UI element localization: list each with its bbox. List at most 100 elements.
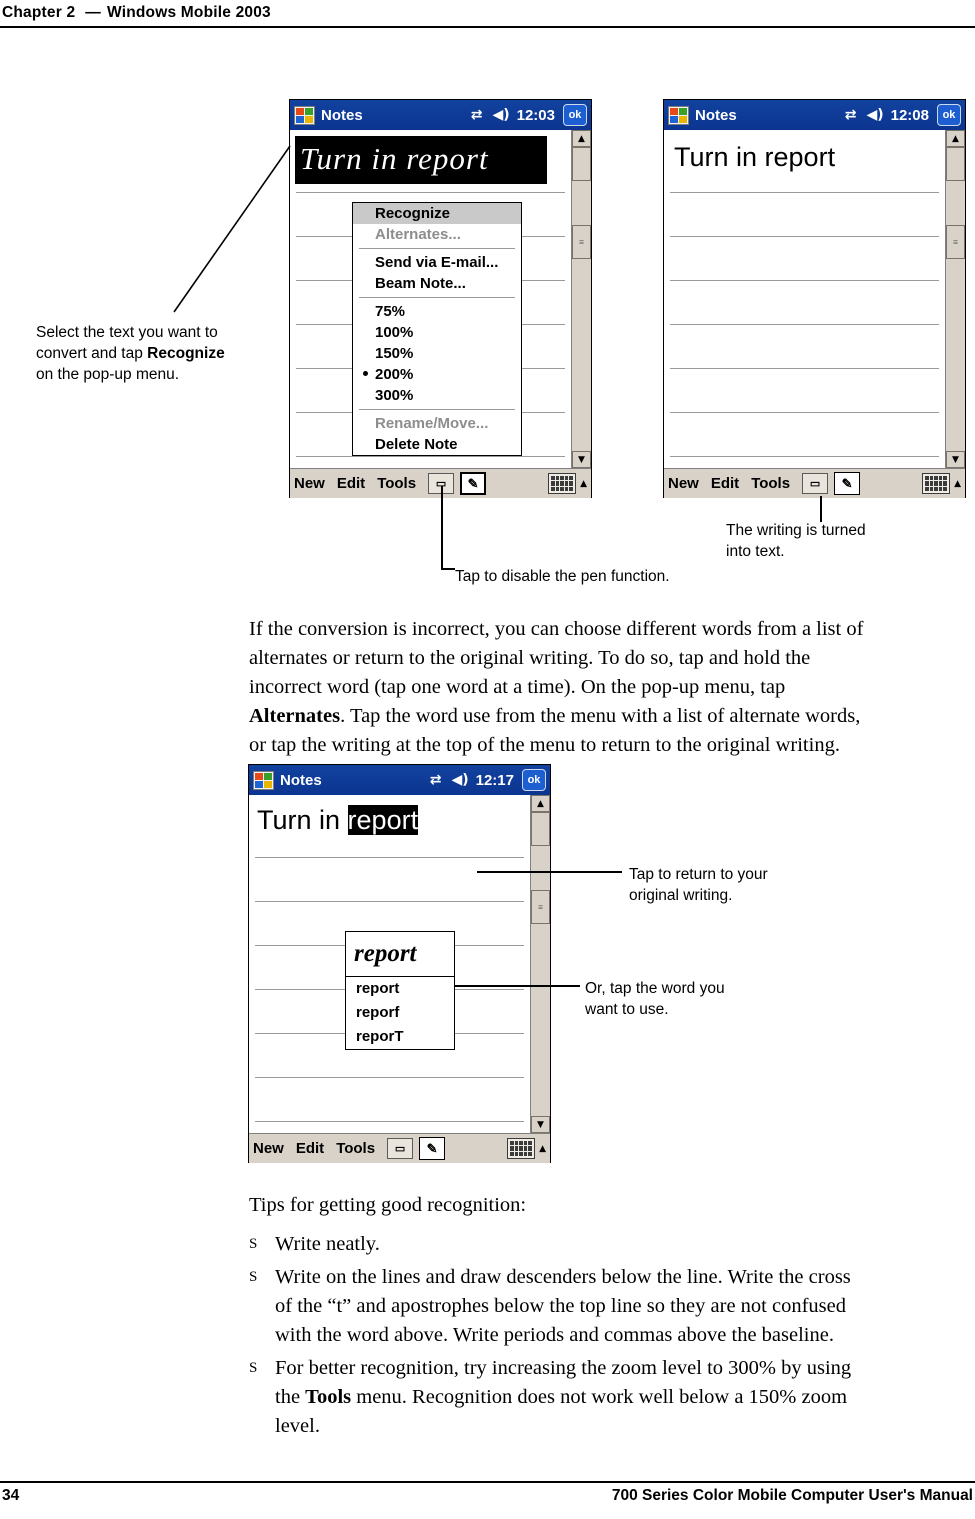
app-title: Notes: [280, 771, 322, 789]
tips-heading: Tips for getting good recognition:: [249, 1191, 949, 1220]
para1-line3: incorrect word (tap one word at a time).…: [249, 676, 786, 698]
callout-return-original: Tap to return to your original writing.: [629, 864, 879, 906]
menu-item-send-via-email[interactable]: Send via E-mail...: [353, 252, 521, 273]
note-text-row: Turn in report: [257, 805, 419, 836]
clock-time[interactable]: 12:17: [476, 772, 514, 789]
note-canvas[interactable]: Turn in report report report reporf repo…: [249, 795, 550, 1133]
note-canvas[interactable]: Turn in report Recognize Alternates... S…: [290, 130, 591, 468]
cmd-tools[interactable]: Tools: [377, 475, 416, 492]
callout-tap-word: Or, tap the word you want to use.: [585, 978, 835, 1020]
header-chapter: Chapter 2: [2, 4, 76, 21]
alternates-item-0[interactable]: report: [346, 977, 454, 1001]
command-bar: New Edit Tools ▭ ✎ ▲: [664, 468, 965, 498]
footer-manual-title: 700 Series Color Mobile Computer User's …: [611, 1487, 973, 1504]
callout-return-line2: original writing.: [629, 887, 733, 904]
callout-turned-line2: into text.: [726, 543, 785, 560]
alternates-item-1[interactable]: reporf: [346, 1001, 454, 1025]
speaker-icon[interactable]: ◀): [492, 108, 509, 122]
scroll-down-button[interactable]: ▼: [572, 451, 591, 468]
pen-icon[interactable]: ✎: [419, 1137, 446, 1160]
menu-item-rename-move[interactable]: Rename/Move...: [353, 413, 521, 434]
cmd-edit[interactable]: Edit: [296, 1140, 324, 1157]
bullet-marker: S: [249, 1269, 258, 1285]
scroll-up-button[interactable]: ▲: [946, 130, 965, 147]
device-notes-recognize: Notes ⇄ ◀) 12:03 ok Turn in report Recog…: [289, 99, 592, 498]
command-bar: New Edit Tools ▭ ✎ ▲: [249, 1133, 550, 1163]
alternates-item-2[interactable]: reporT: [346, 1025, 454, 1049]
keyboard-arrow-icon[interactable]: ▲: [954, 479, 961, 489]
menu-item-zoom-150[interactable]: 150%: [353, 343, 521, 364]
windows-logo-icon[interactable]: [253, 770, 274, 790]
header-dash: —: [85, 4, 101, 21]
keyboard-icon[interactable]: [922, 473, 951, 494]
scroll-thumb-top[interactable]: [572, 147, 591, 181]
ok-button[interactable]: ok: [563, 104, 587, 126]
vertical-scrollbar[interactable]: ▲ ≡ ▼: [530, 795, 550, 1133]
cmd-tools[interactable]: Tools: [336, 1140, 375, 1157]
speaker-icon[interactable]: ◀): [451, 773, 468, 787]
popup-menu[interactable]: Recognize Alternates... Send via E-mail.…: [352, 202, 522, 456]
footer-row: 34 700 Series Color Mobile Computer User…: [0, 1487, 975, 1505]
record-icon[interactable]: ▭: [387, 1138, 414, 1159]
pen-icon[interactable]: ✎: [834, 472, 861, 495]
list-item: S Write neatly.: [249, 1230, 969, 1259]
leader-line-return-original: [477, 871, 622, 873]
cmd-edit[interactable]: Edit: [711, 475, 739, 492]
menu-item-recognize[interactable]: Recognize: [353, 203, 521, 224]
menu-separator: [359, 248, 515, 249]
clock-time[interactable]: 12:08: [891, 107, 929, 124]
pen-icon[interactable]: ✎: [460, 472, 487, 495]
title-bar: Notes ⇄ ◀) 12:08 ok: [664, 100, 965, 130]
windows-logo-icon[interactable]: [668, 105, 689, 125]
menu-item-zoom-75[interactable]: 75%: [353, 301, 521, 322]
menu-item-zoom-100[interactable]: 100%: [353, 322, 521, 343]
record-icon[interactable]: ▭: [802, 473, 829, 494]
para1-line4-rest: . Tap the word use from the menu with a …: [340, 705, 861, 727]
speaker-icon[interactable]: ◀): [866, 108, 883, 122]
scroll-thumb[interactable]: ≡: [531, 890, 550, 924]
keyboard-arrow-icon[interactable]: ▲: [539, 1144, 546, 1154]
vertical-scrollbar[interactable]: ▲ ≡ ▼: [945, 130, 965, 468]
scroll-up-button[interactable]: ▲: [531, 795, 550, 812]
scroll-down-button[interactable]: ▼: [946, 451, 965, 468]
leader-line-disable-pen-vertical: [441, 486, 443, 570]
cmd-new[interactable]: New: [253, 1140, 284, 1157]
callout-select-line2-bold: Recognize: [147, 345, 225, 362]
menu-item-zoom-300[interactable]: 300%: [353, 385, 521, 406]
keyboard-icon[interactable]: [507, 1138, 536, 1159]
cmd-tools[interactable]: Tools: [751, 475, 790, 492]
connectivity-icon[interactable]: ⇄: [430, 773, 442, 787]
scroll-down-button[interactable]: ▼: [531, 1116, 550, 1133]
cmd-edit[interactable]: Edit: [337, 475, 365, 492]
alternates-original-ink[interactable]: report: [346, 932, 454, 977]
keyboard-icon[interactable]: [548, 473, 577, 494]
menu-item-delete-note[interactable]: Delete Note: [353, 434, 521, 455]
menu-item-alternates[interactable]: Alternates...: [353, 224, 521, 245]
alternates-popup[interactable]: report report reporf reporT: [345, 931, 455, 1050]
leader-line-disable-pen-horizontal: [441, 568, 455, 570]
ok-button[interactable]: ok: [522, 769, 546, 791]
cmd-new[interactable]: New: [294, 475, 325, 492]
scroll-thumb[interactable]: ≡: [572, 225, 591, 259]
list-item-line2: the Tools menu. Recognition does not wor…: [275, 1386, 848, 1408]
tips-list: S Write neatly. S Write on the lines and…: [249, 1230, 969, 1445]
note-canvas[interactable]: Turn in report ▲ ≡ ▼: [664, 130, 965, 468]
windows-logo-icon[interactable]: [294, 105, 315, 125]
bullet-marker: S: [249, 1236, 258, 1252]
clock-time[interactable]: 12:03: [517, 107, 555, 124]
connectivity-icon[interactable]: ⇄: [845, 108, 857, 122]
menu-item-zoom-200[interactable]: 200%: [353, 364, 521, 385]
vertical-scrollbar[interactable]: ▲ ≡ ▼: [571, 130, 591, 468]
scroll-thumb[interactable]: ≡: [946, 225, 965, 259]
connectivity-icon[interactable]: ⇄: [471, 108, 483, 122]
device-notes-converted: Notes ⇄ ◀) 12:08 ok Turn in report ▲ ≡ ▼…: [663, 99, 966, 498]
para1-line1: If the conversion is incorrect, you can …: [249, 618, 864, 640]
scroll-thumb-top[interactable]: [946, 147, 965, 181]
scroll-up-button[interactable]: ▲: [572, 130, 591, 147]
scroll-thumb-top[interactable]: [531, 812, 550, 846]
cmd-new[interactable]: New: [668, 475, 699, 492]
keyboard-arrow-icon[interactable]: ▲: [580, 479, 587, 489]
menu-item-beam-note[interactable]: Beam Note...: [353, 273, 521, 294]
ok-button[interactable]: ok: [937, 104, 961, 126]
converted-text-selected[interactable]: report: [347, 805, 419, 835]
